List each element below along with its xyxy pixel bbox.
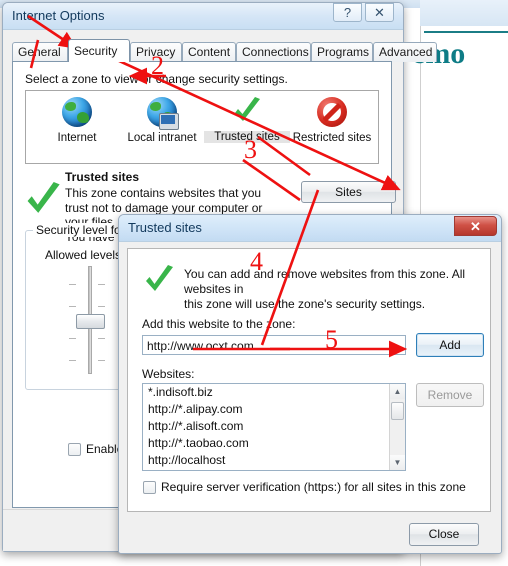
tab-strip: General Security Privacy Content Connect… xyxy=(12,39,437,62)
add-button[interactable]: Add xyxy=(416,333,484,357)
zone-local-intranet[interactable]: Local intranet xyxy=(119,96,205,144)
close-x-icon[interactable]: ✕ xyxy=(454,216,497,236)
scrollbar-thumb[interactable] xyxy=(391,402,404,420)
tab-programs[interactable]: Programs xyxy=(311,42,373,62)
internet-options-title: Internet Options xyxy=(12,8,105,23)
tab-connections[interactable]: Connections xyxy=(236,42,311,62)
trusted-sites-info-text: You can add and remove websites from thi… xyxy=(184,267,474,312)
globe-icon xyxy=(61,97,93,129)
require-https-checkbox[interactable] xyxy=(143,481,156,494)
trusted-sites-dialog: Trusted sites ✕ You can add and remove w… xyxy=(118,214,502,554)
zone-detail-line2: trust not to damage your computer or xyxy=(65,200,263,215)
no-entry-icon xyxy=(316,97,348,129)
internet-options-titlebar: Internet Options ? ✕ xyxy=(3,3,403,30)
list-item[interactable]: http://*.alipay.com xyxy=(143,401,405,418)
zone-detail-title: Trusted sites xyxy=(65,170,140,184)
background-horizontal-rule xyxy=(424,31,508,33)
sites-button[interactable]: Sites xyxy=(301,181,396,203)
zone-detail-check-icon xyxy=(23,182,63,223)
zone-internet[interactable]: Internet xyxy=(34,96,120,144)
background-window-chrome xyxy=(420,0,508,27)
add-website-label: Add this website to the zone: xyxy=(142,317,296,331)
screenshot-root: emo Internet Options ? ✕ General Securit… xyxy=(0,0,508,566)
globe-monitor-icon xyxy=(146,97,179,130)
zone-prompt-label: Select a zone to view or change security… xyxy=(25,72,288,86)
info-line-2: this zone will use the zone's security s… xyxy=(184,297,426,311)
zone-internet-label: Internet xyxy=(57,132,97,144)
tab-security[interactable]: Security xyxy=(68,39,130,62)
tab-general[interactable]: General xyxy=(12,42,68,62)
list-item[interactable]: http://localhost xyxy=(143,452,405,469)
list-item[interactable]: http://*.alisoft.com xyxy=(143,418,405,435)
zone-local-intranet-label: Local intranet xyxy=(127,132,197,144)
enable-protected-mode-checkbox[interactable] xyxy=(68,443,81,456)
trusted-sites-title: Trusted sites xyxy=(128,220,202,235)
tab-advanced[interactable]: Advanced xyxy=(373,42,437,62)
websites-list[interactable]: *.indisoft.biz http://*.alipay.com http:… xyxy=(142,383,406,471)
info-line-1: You can add and remove websites from thi… xyxy=(184,267,466,296)
zone-trusted-sites-label: Trusted sites xyxy=(204,131,290,143)
trusted-sites-titlebar: Trusted sites ✕ xyxy=(119,215,501,242)
list-item[interactable]: http://*.taobao.com xyxy=(143,435,405,452)
close-button[interactable]: Close xyxy=(409,523,479,546)
zone-detail-line1: This zone contains websites that you xyxy=(65,186,262,200)
zone-restricted-sites-label: Restricted sites xyxy=(292,132,372,144)
trusted-sites-body: You can add and remove websites from thi… xyxy=(119,242,501,552)
tab-content[interactable]: Content xyxy=(182,42,236,62)
chevron-up-icon[interactable]: ▲ xyxy=(390,384,405,399)
chevron-down-icon[interactable]: ▼ xyxy=(390,455,405,470)
websites-label: Websites: xyxy=(142,367,195,381)
zone-restricted-sites[interactable]: Restricted sites xyxy=(289,96,375,144)
list-item[interactable]: *.indisoft.biz xyxy=(143,384,405,401)
zone-trusted-sites[interactable]: Trusted sites xyxy=(204,96,290,143)
tab-privacy[interactable]: Privacy xyxy=(130,42,182,62)
add-website-input[interactable] xyxy=(142,335,406,355)
trusted-sites-panel: You can add and remove websites from thi… xyxy=(127,248,491,512)
green-check-icon xyxy=(142,265,176,300)
remove-button[interactable]: Remove xyxy=(416,383,484,407)
require-https-label: Require server verification (https:) for… xyxy=(161,480,466,494)
green-check-icon xyxy=(231,96,263,128)
question-mark-icon[interactable]: ? xyxy=(333,3,362,22)
websites-list-scrollbar[interactable]: ▲ ▼ xyxy=(389,384,405,470)
zone-selector-box: Internet Local intranet Trusted sites Re… xyxy=(25,90,379,164)
close-x-icon[interactable]: ✕ xyxy=(365,3,394,22)
security-slider-thumb[interactable] xyxy=(76,314,105,329)
